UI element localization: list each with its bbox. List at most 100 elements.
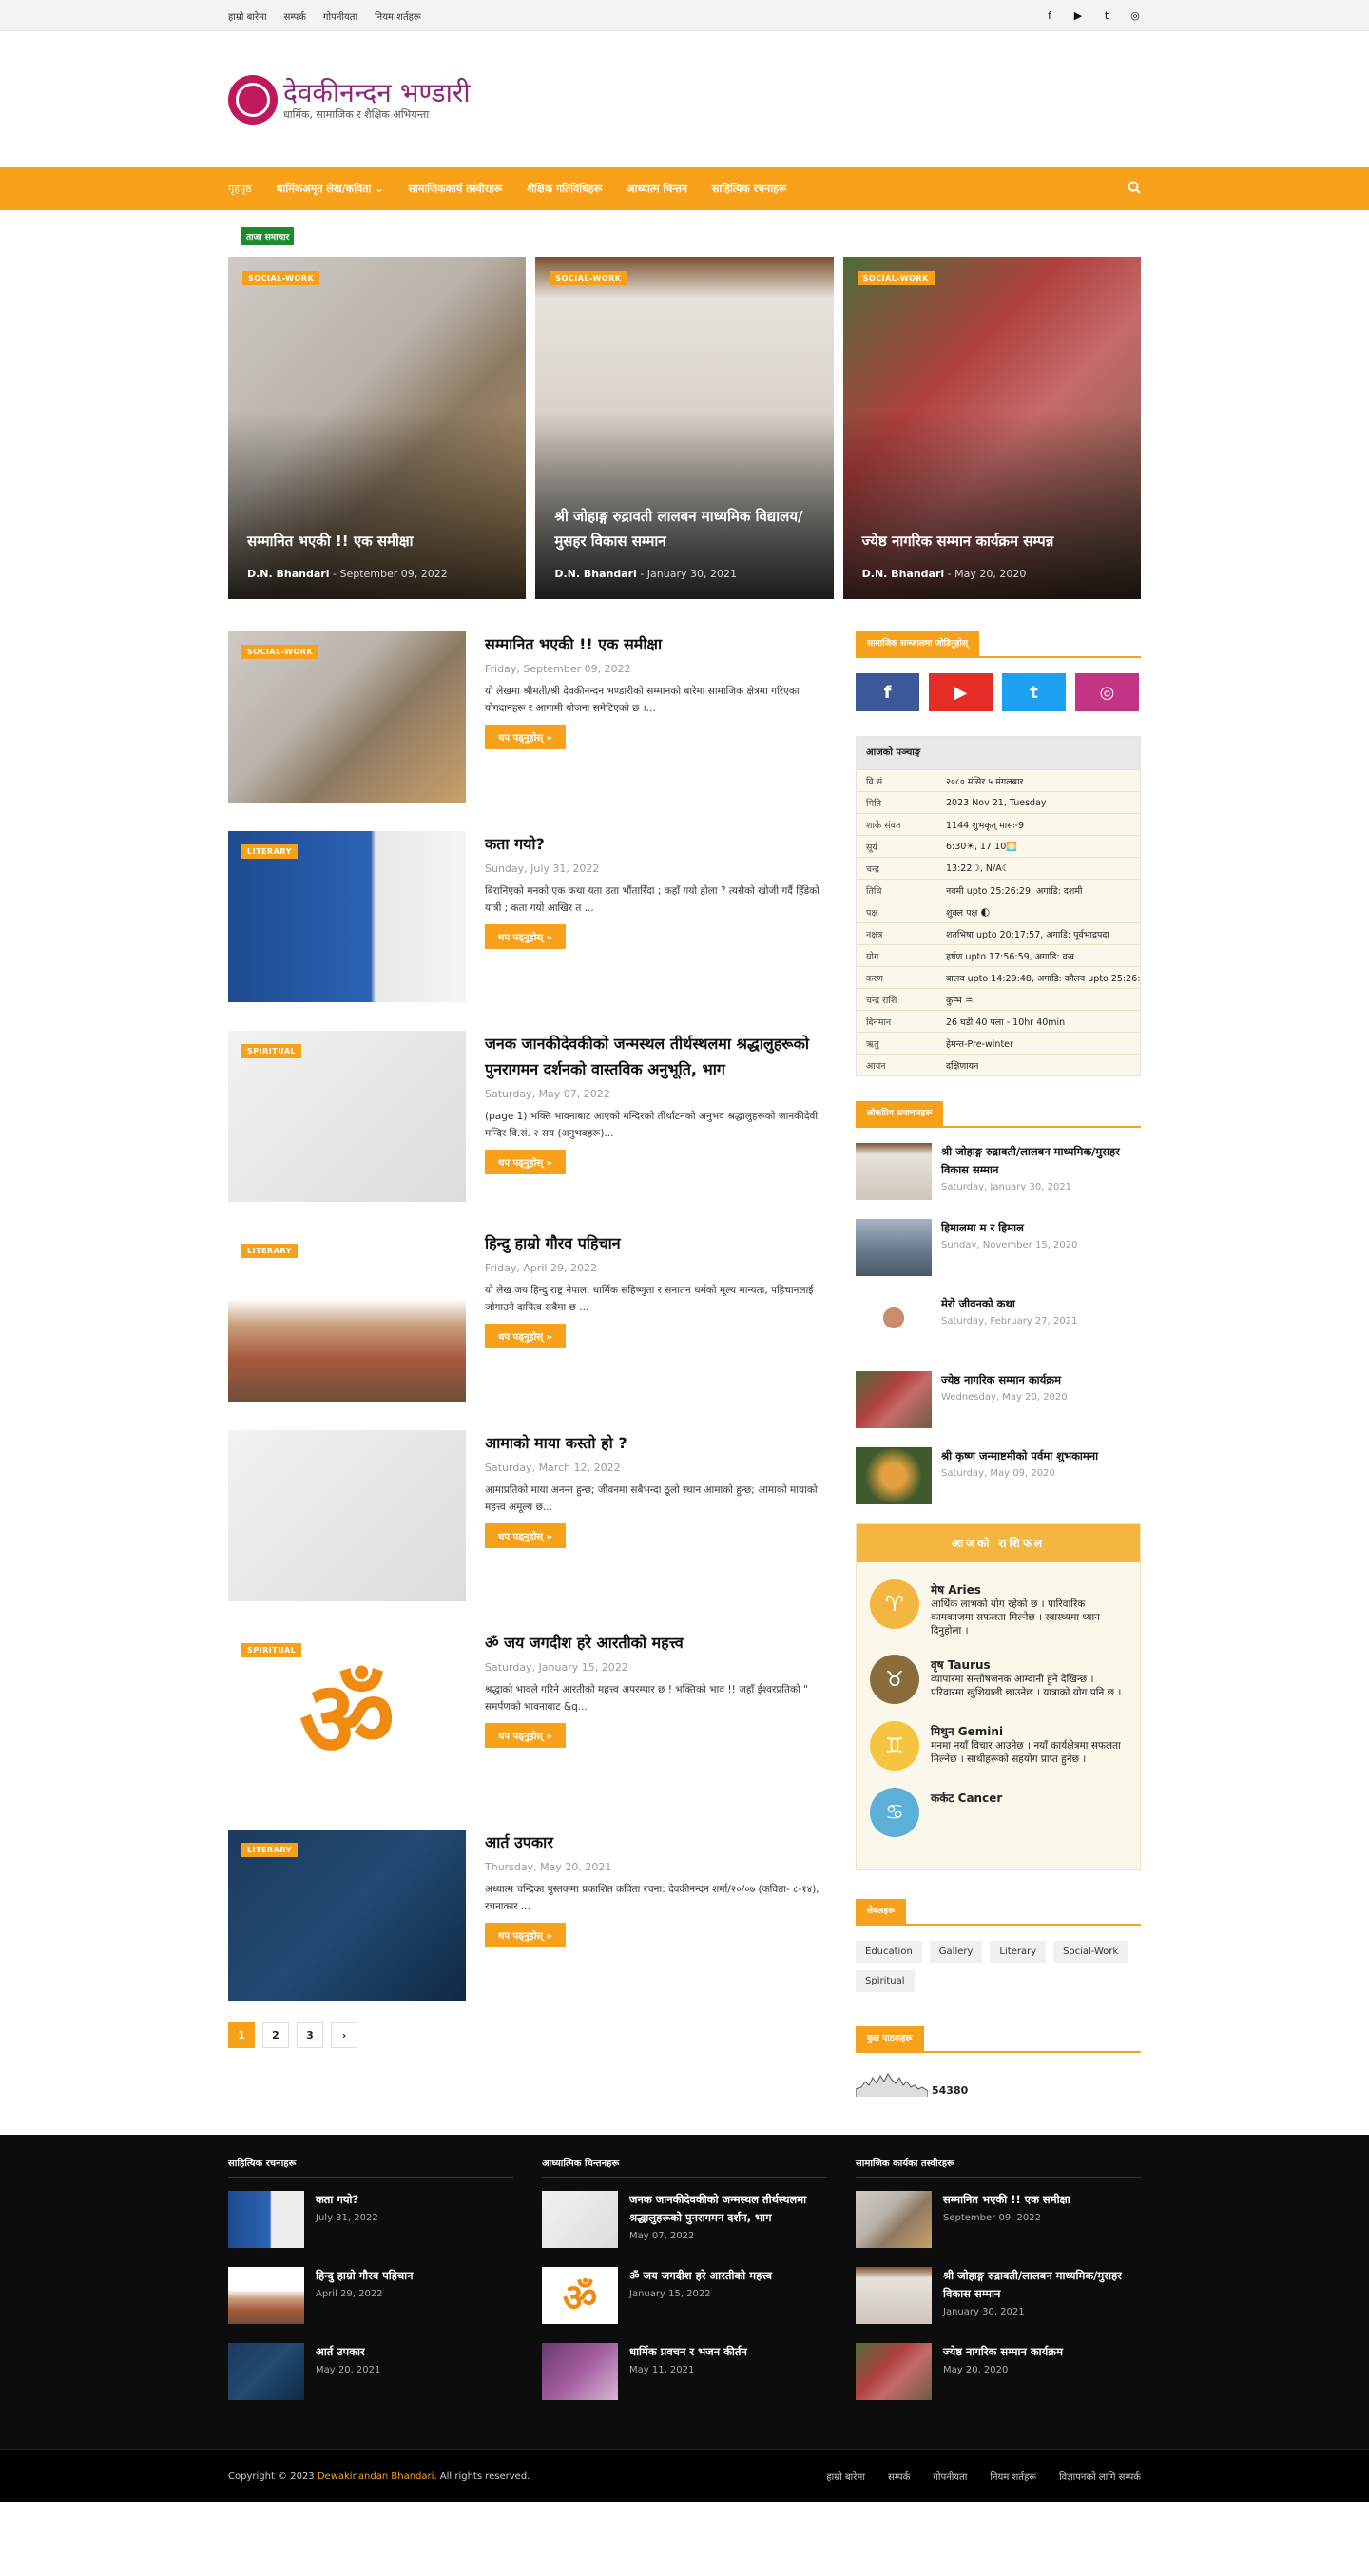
post-thumbnail[interactable] — [856, 1295, 932, 1352]
list-item[interactable]: श्री कृष्ण जन्माष्टमीको पर्वमा शुभकामना S… — [856, 1447, 1141, 1504]
category-badge[interactable]: SPIRITUAL — [241, 1044, 302, 1058]
list-item[interactable]: हिन्दु हाम्रो गौरव पहिचान April 29, 2022 — [228, 2267, 513, 2324]
bottom-link-terms[interactable]: नियम शर्तहरू — [990, 2469, 1036, 2483]
read-more-button[interactable]: थप पढ्नुहोस् » — [485, 1150, 567, 1174]
read-more-button[interactable]: थप पढ्नुहोस् » — [485, 1324, 567, 1348]
twitter-icon[interactable]: t — [1002, 673, 1066, 711]
post-title[interactable]: जनक जानकीदेवकीको जन्मस्थल तीर्थस्थलमा श्… — [485, 1031, 827, 1082]
post-title[interactable]: श्री जोहाङ्ग रुद्रावती/लालबन माध्यमिक/मु… — [943, 2267, 1141, 2303]
page-3-button[interactable]: 3 — [297, 2022, 323, 2048]
search-icon[interactable] — [1128, 181, 1141, 194]
post-thumbnail[interactable] — [228, 2191, 304, 2248]
post-title[interactable]: कता गयो? — [316, 2191, 378, 2209]
instagram-icon[interactable]: ◎ — [1129, 10, 1141, 22]
top-link-privacy[interactable]: गोपनीयता — [323, 10, 357, 23]
instagram-icon[interactable]: ◎ — [1075, 673, 1139, 711]
post-thumbnail[interactable] — [856, 1219, 932, 1276]
label-tag[interactable]: Gallery — [929, 1941, 983, 1963]
post-title[interactable]: जनक जानकीदेवकीको जन्मस्थल तीर्थस्थलमा श्… — [629, 2191, 827, 2227]
post-thumbnail[interactable]: LITERARY — [228, 1230, 466, 1402]
copyright-brand-link[interactable]: Dewakinandan Bhandari — [318, 2471, 434, 2482]
nav-item-home[interactable]: गृहपृष्ठ — [228, 182, 252, 196]
list-item[interactable]: मेरो जीवनको कथा Saturday, February 27, 20… — [856, 1295, 1141, 1352]
nav-item-religious[interactable]: धार्मिकअमृत लेख/कविता ⌄ — [277, 182, 384, 196]
featured-post[interactable]: SOCIAL-WORK ज्येष्ठ नागरिक सम्मान कार्यक… — [842, 257, 1141, 599]
bottom-link-contact[interactable]: सम्पर्क — [888, 2469, 910, 2483]
post-thumbnail[interactable] — [856, 1447, 932, 1504]
post-thumbnail[interactable] — [856, 2343, 932, 2400]
post-thumbnail[interactable] — [228, 2267, 304, 2324]
post-thumbnail[interactable] — [228, 1430, 466, 1601]
page-1-button[interactable]: 1 — [228, 2022, 255, 2048]
category-badge[interactable]: LITERARY — [241, 1843, 298, 1857]
top-link-terms[interactable]: नियम शर्तहरू — [375, 10, 421, 23]
twitter-icon[interactable]: t — [1101, 10, 1112, 22]
featured-post[interactable]: SOCIAL-WORK सम्मानित भएकी !! एक समीक्षा … — [228, 257, 527, 599]
post-thumbnail[interactable] — [542, 2191, 618, 2248]
list-item[interactable]: हिमालमा म र हिमाल Sunday, November 15, 20… — [856, 1219, 1141, 1276]
post-title[interactable]: आर्त उपकार — [485, 1830, 827, 1855]
list-item[interactable]: सम्मानित भएकी !! एक समीक्षा September 09,… — [856, 2191, 1141, 2248]
post-thumbnail[interactable]: LITERARY — [228, 831, 466, 1002]
top-link-contact[interactable]: सम्पर्क — [284, 10, 306, 23]
label-tag[interactable]: Social-Work — [1053, 1941, 1128, 1963]
category-badge[interactable]: SOCIAL-WORK — [242, 271, 320, 285]
post-title[interactable]: हिमालमा म र हिमाल — [941, 1219, 1078, 1237]
post-title[interactable]: कता गयो? — [485, 831, 827, 857]
label-tag[interactable]: Literary — [990, 1941, 1047, 1963]
read-more-button[interactable]: थप पढ्नुहोस् » — [485, 1523, 567, 1548]
category-badge[interactable]: LITERARY — [241, 1244, 298, 1258]
list-item[interactable]: श्री जोहाङ्ग रुद्रावती/लालबन माध्यमिक/मु… — [856, 1143, 1141, 1200]
nav-item-spiritual[interactable]: आध्यात्म चिन्तन — [627, 182, 687, 196]
read-more-button[interactable]: थप पढ्नुहोस् » — [485, 725, 567, 749]
list-item[interactable]: ॐ ॐ जय जगदीश हरे आरतीको महत्त्व January 15… — [542, 2267, 827, 2324]
post-title[interactable]: श्री जोहाङ्ग रुद्रावती/लालबन माध्यमिक/मु… — [941, 1143, 1141, 1179]
category-badge[interactable]: LITERARY — [241, 844, 298, 859]
label-tag[interactable]: Education — [856, 1941, 922, 1963]
facebook-icon[interactable]: f — [1044, 10, 1055, 22]
nav-item-social[interactable]: सामाजिककार्य तस्वीरहरू — [408, 182, 502, 196]
post-title[interactable]: आर्त उपकार — [316, 2343, 380, 2361]
category-badge[interactable]: SOCIAL-WORK — [550, 271, 627, 285]
list-item[interactable]: ज्येष्ठ नागरिक सम्मान कार्यक्रम May 20, 2… — [856, 2343, 1141, 2400]
bottom-link-privacy[interactable]: गोपनीयता — [933, 2469, 967, 2483]
bottom-link-about[interactable]: हाम्रो बारेमा — [826, 2469, 865, 2483]
label-tag[interactable]: Spiritual — [856, 1970, 915, 1992]
post-title[interactable]: सम्मानित भएकी !! एक समीक्षा — [485, 631, 827, 657]
nav-item-literary[interactable]: साहित्यिक रचनाहरू — [712, 182, 787, 196]
read-more-button[interactable]: थप पढ्नुहोस् » — [485, 924, 567, 949]
post-thumbnail[interactable]: ॐ SPIRITUAL — [228, 1630, 466, 1801]
youtube-icon[interactable]: ▶ — [1072, 10, 1084, 22]
read-more-button[interactable]: थप पढ्नुहोस् » — [485, 1723, 567, 1748]
featured-post[interactable]: SOCIAL-WORK श्री जोहाङ्ग रुद्रावती लालबन… — [535, 257, 834, 599]
featured-title[interactable]: श्री जोहाङ्ग रुद्रावती लालबन माध्यमिक वि… — [554, 504, 816, 553]
next-page-button[interactable]: › — [331, 2022, 357, 2048]
post-thumbnail[interactable] — [228, 2343, 304, 2400]
post-thumbnail[interactable] — [856, 1371, 932, 1428]
post-title[interactable]: सम्मानित भएकी !! एक समीक्षा — [943, 2191, 1070, 2209]
post-thumbnail[interactable] — [856, 2191, 932, 2248]
post-thumbnail[interactable]: SPIRITUAL — [228, 1031, 466, 1202]
category-badge[interactable]: SOCIAL-WORK — [241, 645, 319, 659]
list-item[interactable]: धार्मिक प्रवचन र भजन कीर्तन May 11, 2021 — [542, 2343, 827, 2400]
page-2-button[interactable]: 2 — [262, 2022, 289, 2048]
post-title[interactable]: ॐ जय जगदीश हरे आरतीको महत्त्व — [629, 2267, 772, 2285]
post-title[interactable]: हिन्दु हाम्रो गौरव पहिचान — [485, 1230, 827, 1256]
post-title[interactable]: मेरो जीवनको कथा — [941, 1295, 1077, 1313]
post-title[interactable]: हिन्दु हाम्रो गौरव पहिचान — [316, 2267, 414, 2285]
category-badge[interactable]: SPIRITUAL — [241, 1643, 302, 1657]
post-title[interactable]: ॐ जय जगदीश हरे आरतीको महत्त्व — [485, 1630, 827, 1656]
youtube-icon[interactable]: ▶ — [929, 673, 993, 711]
list-item[interactable]: जनक जानकीदेवकीको जन्मस्थल तीर्थस्थलमा श्… — [542, 2191, 827, 2248]
post-title[interactable]: धार्मिक प्रवचन र भजन कीर्तन — [629, 2343, 747, 2361]
facebook-icon[interactable]: f — [856, 673, 919, 711]
site-logo[interactable]: देवकीनन्दन भण्डारी धार्मिक, सामाजिक र शै… — [228, 74, 471, 125]
post-title[interactable]: आमाको माया कस्तो हो ? — [485, 1430, 827, 1456]
post-thumbnail[interactable] — [856, 1143, 932, 1200]
read-more-button[interactable]: थप पढ्नुहोस् » — [485, 1923, 567, 1947]
post-thumbnail[interactable]: ॐ — [542, 2267, 618, 2324]
list-item[interactable]: ज्येष्ठ नागरिक सम्मान कार्यक्रम Wednesday… — [856, 1371, 1141, 1428]
post-title[interactable]: श्री कृष्ण जन्माष्टमीको पर्वमा शुभकामना — [941, 1447, 1098, 1465]
featured-title[interactable]: सम्मानित भएकी !! एक समीक्षा — [247, 529, 509, 553]
post-title[interactable]: ज्येष्ठ नागरिक सम्मान कार्यक्रम — [941, 1371, 1068, 1389]
